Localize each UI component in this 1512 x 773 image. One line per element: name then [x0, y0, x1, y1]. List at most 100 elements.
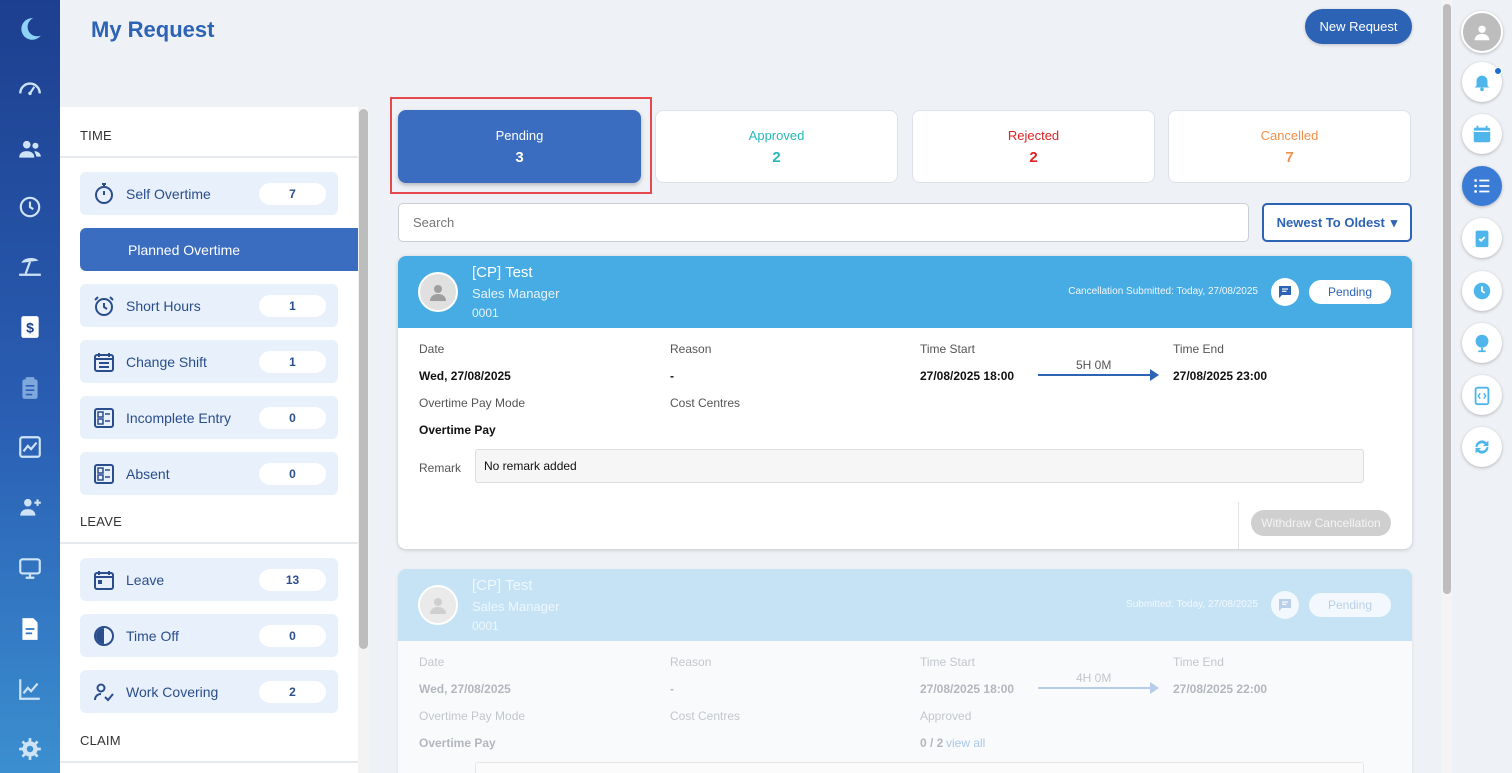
category-label: Short Hours: [126, 297, 201, 314]
category-incomplete-entry[interactable]: Incomplete Entry 0: [80, 396, 338, 439]
category-count: 1: [259, 294, 326, 317]
request-card[interactable]: [CP] Test Sales Manager 0001 Cancellatio…: [398, 256, 1412, 549]
request-card[interactable]: [CP] Test Sales Manager 0001 Submitted: …: [398, 569, 1412, 773]
category-short-hours[interactable]: Short Hours 1: [80, 284, 338, 327]
field-value-time-end: 27/08/2025 22:00: [1173, 682, 1268, 696]
add-user-icon[interactable]: [15, 492, 45, 522]
arrow-right-icon: [1150, 682, 1159, 694]
new-request-button[interactable]: New Request: [1305, 9, 1412, 44]
clipboard-check-icon[interactable]: [1462, 218, 1502, 258]
user-check-icon: [91, 679, 117, 705]
chat-comment-icon[interactable]: [1271, 278, 1299, 306]
category-count: 2: [259, 680, 326, 703]
status-tab-approved[interactable]: Approved 2: [655, 110, 898, 183]
category-self-overtime[interactable]: Self Overtime 7: [80, 172, 338, 215]
field-label-cost-centres: Cost Centres: [670, 396, 741, 410]
category-absent[interactable]: Absent 0: [80, 452, 338, 495]
requester-id: 0001: [472, 306, 499, 320]
requester-name: [CP] Test: [472, 264, 533, 281]
section-divider: [60, 156, 358, 158]
arrow-right-icon: [1150, 369, 1159, 381]
status-tab-count: 2: [1029, 148, 1038, 166]
category-change-shift[interactable]: Change Shift 1: [80, 340, 338, 383]
clock-icon[interactable]: [1462, 271, 1502, 311]
category-label: Incomplete Entry: [126, 409, 232, 426]
category-planned-overtime[interactable]: Planned Overtime: [80, 228, 358, 271]
request-card-header: [CP] Test Sales Manager 0001 Cancellatio…: [398, 256, 1412, 328]
refresh-sync-icon[interactable]: [1462, 427, 1502, 467]
action-divider: [1238, 502, 1239, 549]
alarm-clock-icon: [91, 293, 117, 319]
history-clock-icon[interactable]: [15, 192, 45, 222]
globe-desk-icon[interactable]: [1462, 323, 1502, 363]
document-icon[interactable]: [15, 614, 45, 644]
duration-label: 4H 0M: [1076, 671, 1112, 685]
status-badge[interactable]: Pending: [1309, 280, 1391, 304]
svg-text:$: $: [26, 319, 34, 335]
view-all-link[interactable]: view all: [946, 736, 985, 750]
notification-dot: [1494, 67, 1502, 75]
dashboard-gauge-icon[interactable]: [15, 74, 45, 104]
category-label: Planned Overtime: [128, 241, 241, 258]
requester-position: Sales Manager: [472, 286, 560, 301]
caret-down-icon: ▾: [1390, 214, 1398, 230]
duration-arrow: [1038, 687, 1156, 689]
category-scrollbar-thumb[interactable]: [359, 109, 368, 649]
category-count: 1: [259, 350, 326, 373]
page-title: My Request: [91, 17, 215, 42]
chart-report-icon[interactable]: [15, 432, 45, 462]
submission-info: Submitted: Today, 27/08/2025: [1126, 599, 1258, 610]
field-value-time-start: 27/08/2025 18:00: [920, 369, 1015, 383]
duration-arrow: [1038, 374, 1156, 376]
field-label-approved: Approved: [920, 709, 972, 723]
request-card-header: [CP] Test Sales Manager 0001 Submitted: …: [398, 569, 1412, 641]
status-badge[interactable]: Pending: [1309, 593, 1391, 617]
category-label: Work Covering: [126, 683, 219, 700]
status-tab-cancelled[interactable]: Cancelled 7: [1168, 110, 1411, 183]
search-input[interactable]: [398, 203, 1249, 242]
status-tab-rejected[interactable]: Rejected 2: [912, 110, 1155, 183]
main-scrollbar-thumb[interactable]: [1443, 4, 1451, 594]
clipboard-list-icon[interactable]: [15, 373, 45, 403]
moon-logo-icon[interactable]: [15, 14, 45, 44]
dollar-claim-icon[interactable]: $: [15, 312, 45, 342]
field-label-time-start: Time Start: [920, 655, 975, 669]
settings-gear-icon[interactable]: [15, 734, 45, 764]
category-work-covering[interactable]: Work Covering 2: [80, 670, 338, 713]
request-list-icon[interactable]: [1462, 166, 1502, 206]
sort-dropdown[interactable]: Newest To Oldest ▾: [1262, 203, 1412, 242]
status-tab-count: 7: [1285, 148, 1294, 166]
remark-field: [475, 762, 1364, 773]
withdraw-cancellation-button[interactable]: Withdraw Cancellation: [1251, 510, 1391, 536]
category-leave[interactable]: Leave 13: [80, 558, 338, 601]
main-scrollbar[interactable]: [1441, 0, 1452, 773]
user-avatar-button[interactable]: [1461, 11, 1503, 53]
category-count: 0: [259, 624, 326, 647]
field-label-date: Date: [419, 342, 445, 356]
field-label-remark: Remark: [419, 461, 462, 475]
field-label-cost-centres: Cost Centres: [670, 709, 741, 723]
beach-leave-icon[interactable]: [15, 250, 45, 280]
chat-comment-icon[interactable]: [1271, 591, 1299, 619]
category-scrollbar[interactable]: [358, 107, 369, 773]
monitor-icon[interactable]: [15, 553, 45, 583]
sort-label: Newest To Oldest: [1276, 215, 1385, 230]
status-tab-label: Rejected: [1007, 127, 1060, 143]
submission-info: Cancellation Submitted: Today, 27/08/202…: [1068, 286, 1258, 297]
form-grid-icon: [91, 405, 117, 431]
section-header-leave: LEAVE: [80, 514, 122, 529]
people-icon[interactable]: [15, 134, 45, 164]
calendar-icon[interactable]: [1462, 114, 1502, 154]
field-value-pay-mode: Overtime Pay: [419, 423, 496, 437]
section-divider: [60, 542, 358, 544]
form-grid-icon: [91, 461, 117, 487]
category-time-off[interactable]: Time Off 0: [80, 614, 338, 657]
category-count: 0: [259, 462, 326, 485]
field-label-pay-mode: Overtime Pay Mode: [419, 396, 526, 410]
field-value-date: Wed, 27/08/2025: [419, 369, 511, 383]
analytics-chart-icon[interactable]: [15, 674, 45, 704]
field-label-time-end: Time End: [1173, 342, 1224, 356]
code-clipboard-icon[interactable]: [1462, 375, 1502, 415]
category-label: Time Off: [126, 627, 179, 644]
requester-name: [CP] Test: [472, 577, 533, 594]
